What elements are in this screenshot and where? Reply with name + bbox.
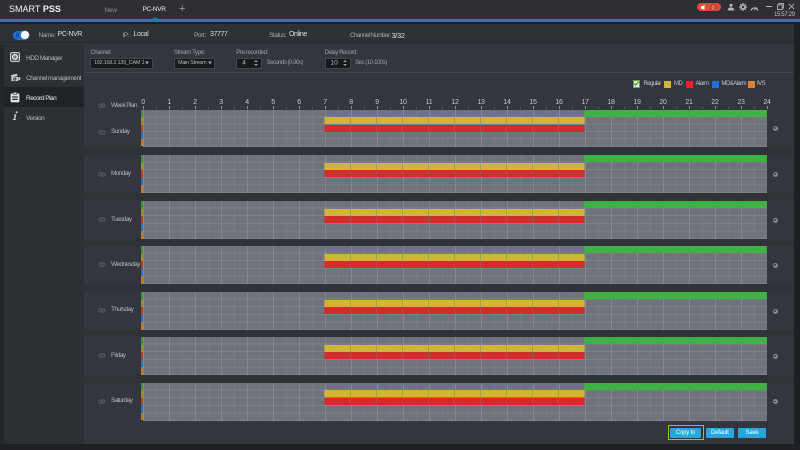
svg-text:0: 0	[711, 5, 714, 11]
